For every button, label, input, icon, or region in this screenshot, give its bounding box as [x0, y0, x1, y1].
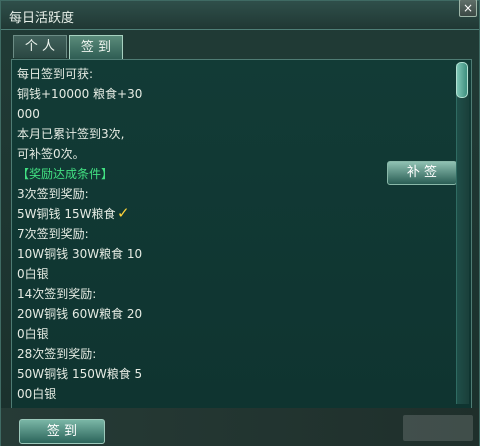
scrollbar-thumb[interactable] [456, 62, 468, 98]
content-line: 000 [17, 107, 40, 121]
content-line: 7次签到奖励: [17, 227, 89, 241]
sign-in-content: 每日签到可获: 铜钱+10000 粮食+30 000 本月已累计签到3次, 可补… [17, 64, 457, 404]
content-panel: 每日签到可获: 铜钱+10000 粮食+30 000 本月已累计签到3次, 可补… [11, 59, 472, 409]
watermark-logo [403, 415, 473, 441]
content-line: 28次签到奖励: [17, 347, 97, 361]
content-line: 本月已累计签到3次, [17, 127, 125, 141]
close-icon[interactable]: × [459, 0, 477, 17]
reward-conditions-header: 【奖励达成条件】 [17, 167, 114, 181]
content-line: 0白银 [17, 327, 49, 341]
content-line: 14次签到奖励: [17, 287, 97, 301]
daily-activity-window: 每日活跃度 × 个 人 签 到 每日签到可获: 铜钱+10000 粮食+30 0… [0, 0, 480, 446]
content-line: 10W铜钱 30W粮食 10 [17, 247, 143, 261]
content-line: 铜钱+10000 粮食+30 [17, 87, 143, 101]
makeup-sign-in-button[interactable]: 补 签 [387, 161, 457, 185]
scrollbar-track[interactable] [456, 64, 469, 404]
content-line: 0白银 [17, 267, 49, 281]
window-title: 每日活跃度 [9, 11, 75, 26]
titlebar: 每日活跃度 × [1, 0, 479, 30]
content-line: 20W铜钱 60W粮食 20 [17, 307, 143, 321]
content-line: 可补签0次。 [17, 147, 85, 161]
tab-bar: 个 人 签 到 [13, 35, 123, 60]
content-line: 3次签到奖励: [17, 187, 89, 201]
content-line: 50W铜钱 150W粮食 5 [17, 367, 143, 381]
checkmark-icon: ✓ [117, 204, 130, 222]
content-line: 00白银 [17, 387, 57, 401]
sign-in-button[interactable]: 签 到 [19, 419, 105, 444]
content-line: 5W铜钱 15W粮食 [17, 207, 116, 221]
content-line: 每日签到可获: [17, 67, 94, 81]
tab-sign-in[interactable]: 签 到 [69, 35, 123, 60]
tab-personal[interactable]: 个 人 [13, 35, 67, 58]
